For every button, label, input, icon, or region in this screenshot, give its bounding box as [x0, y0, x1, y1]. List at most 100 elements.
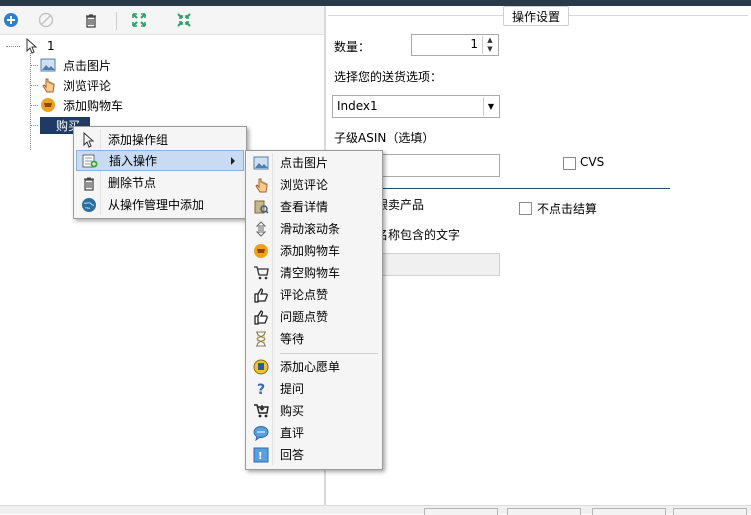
name-contains-label: 名称包含的文字 [376, 228, 461, 242]
context-menu: 添加操作组 插入操作 删除节点 从操作管理中添加 [73, 126, 247, 219]
submenu-item-view-details[interactable]: 查看详情 [248, 196, 380, 217]
details-icon [253, 199, 269, 215]
collapse-icon[interactable] [175, 11, 193, 29]
quantity-stepper[interactable]: 1 ▲ ▼ [411, 34, 499, 56]
menu-item-label: 删除节点 [108, 176, 157, 190]
svg-text:!: ! [258, 451, 263, 462]
submenu-item-label: 问题点赞 [280, 310, 329, 324]
submenu-item-ask[interactable]: ? 提问 [248, 378, 380, 399]
image-icon [253, 155, 269, 171]
bottom-button[interactable] [592, 508, 666, 515]
insert-icon [82, 153, 98, 169]
cart-badge-icon [253, 243, 269, 259]
cart-badge-icon [40, 97, 56, 113]
submenu-item-label: 清空购物车 [280, 266, 341, 280]
submenu-separator [280, 353, 378, 354]
tree-root-label: 1 [47, 39, 55, 53]
submenu-item-label: 提问 [280, 382, 305, 396]
hourglass-icon [253, 331, 269, 347]
submenu-item-click-image[interactable]: 点击图片 [248, 152, 380, 173]
stepper-up-icon[interactable]: ▲ [483, 36, 497, 45]
submenu-item-label: 评论点赞 [280, 288, 329, 302]
submenu-item-label: 查看详情 [280, 200, 329, 214]
chevron-down-icon[interactable]: ▼ [483, 97, 498, 116]
submenu-item-like-review[interactable]: 评论点赞 [248, 284, 380, 305]
submenu-item-clear-cart[interactable]: 清空购物车 [248, 262, 380, 283]
tree-node-add-cart[interactable]: 添加购物车 [30, 96, 126, 114]
submenu-item-label: 回答 [280, 448, 305, 462]
submenu-item-answer[interactable]: ! 回答 [248, 444, 380, 465]
tree-toolbar [0, 6, 324, 35]
hand-icon [40, 77, 56, 93]
expand-icon[interactable] [130, 11, 148, 29]
submenu-item-scroll[interactable]: 滑动滚动条 [248, 218, 380, 239]
bottom-button[interactable] [424, 508, 498, 515]
menu-item-add-from-manager[interactable]: 从操作管理中添加 [76, 194, 244, 215]
submenu-item-add-cart[interactable]: 添加购物车 [248, 240, 380, 261]
menu-item-add-group[interactable]: 添加操作组 [76, 129, 244, 150]
track-label: 跟卖产品 [376, 198, 425, 212]
tree-node-label: 浏览评论 [63, 78, 112, 93]
buy-cart-icon [253, 403, 269, 419]
toolbar-separator [116, 12, 117, 30]
shipping-select[interactable]: Index1 ▼ [332, 95, 500, 118]
no-checkout-checkbox[interactable] [519, 202, 532, 215]
submenu-item-like-question[interactable]: 问题点赞 [248, 306, 380, 327]
menu-item-label: 从操作管理中添加 [108, 198, 205, 212]
quantity-value: 1 [470, 37, 478, 51]
svg-text:?: ? [257, 382, 265, 397]
shipping-label: 选择您的送货选项： [334, 70, 443, 84]
cursor-icon [24, 38, 40, 54]
menu-item-delete-node[interactable]: 删除节点 [76, 172, 244, 193]
tree-node-label: 点击图片 [63, 58, 112, 73]
image-icon [40, 57, 56, 73]
trash-icon [81, 175, 97, 191]
wishlist-icon [253, 359, 269, 375]
shipping-value: Index1 [337, 99, 378, 113]
submenu-item-direct-review[interactable]: 直评 [248, 422, 380, 443]
submenu-item-label: 滑动滚动条 [280, 222, 341, 236]
submenu-arrow-icon [231, 157, 235, 165]
cvs-label: CVS [580, 155, 605, 169]
panel-title: 操作设置 [503, 6, 570, 26]
tree-node-click-image[interactable]: 点击图片 [30, 56, 114, 74]
cursor-icon [81, 131, 97, 148]
thumbs-up-icon [253, 309, 269, 325]
menu-item-label: 插入操作 [109, 154, 158, 168]
asin-label: 子级ASIN（选填） [334, 131, 435, 145]
disable-icon[interactable] [37, 11, 55, 29]
submenu-item-label: 等待 [280, 332, 305, 346]
submenu-item-wishlist[interactable]: 添加心愿单 [248, 356, 380, 377]
bottom-button[interactable] [507, 508, 581, 515]
no-checkout-label: 不点击结算 [537, 202, 598, 216]
stepper-down-icon[interactable]: ▼ [483, 45, 497, 54]
hand-icon [253, 177, 269, 193]
menu-item-insert-operation[interactable]: 插入操作 [76, 150, 244, 171]
tree-node-label: 添加购物车 [63, 98, 124, 113]
insert-submenu: 点击图片 浏览评论 查看详情 滑动滚动条 添加购物车 清空购物车 评论点赞 问题… [245, 150, 383, 470]
submenu-item-label: 点击图片 [280, 156, 329, 170]
trash-icon[interactable] [82, 11, 100, 29]
operation-settings-panel: 操作设置 数量： 1 ▲ ▼ 选择您的送货选项： Index1 ▼ 子级ASIN… [326, 6, 751, 506]
scroll-icon [253, 220, 269, 237]
tree-root[interactable]: 1 [6, 37, 58, 55]
submenu-item-label: 购买 [280, 404, 305, 418]
submenu-item-wait[interactable]: 等待 [248, 328, 380, 349]
globe-icon [81, 197, 97, 213]
bottom-button[interactable] [673, 508, 747, 515]
submenu-item-label: 添加心愿单 [280, 360, 341, 374]
answer-icon: ! [253, 447, 269, 463]
submenu-item-buy[interactable]: 购买 [248, 400, 380, 421]
cart-icon [253, 265, 269, 281]
cvs-checkbox[interactable] [563, 157, 576, 170]
menu-item-label: 添加操作组 [108, 133, 169, 147]
submenu-item-browse-reviews[interactable]: 浏览评论 [248, 174, 380, 195]
add-icon[interactable] [2, 11, 20, 29]
chat-bubble-icon [253, 425, 269, 441]
submenu-item-label: 浏览评论 [280, 178, 329, 192]
tree-node-browse-reviews[interactable]: 浏览评论 [30, 76, 114, 94]
submenu-item-label: 添加购物车 [280, 244, 341, 258]
qty-label: 数量： [334, 40, 371, 54]
submenu-item-label: 直评 [280, 426, 305, 440]
question-icon: ? [253, 381, 269, 397]
